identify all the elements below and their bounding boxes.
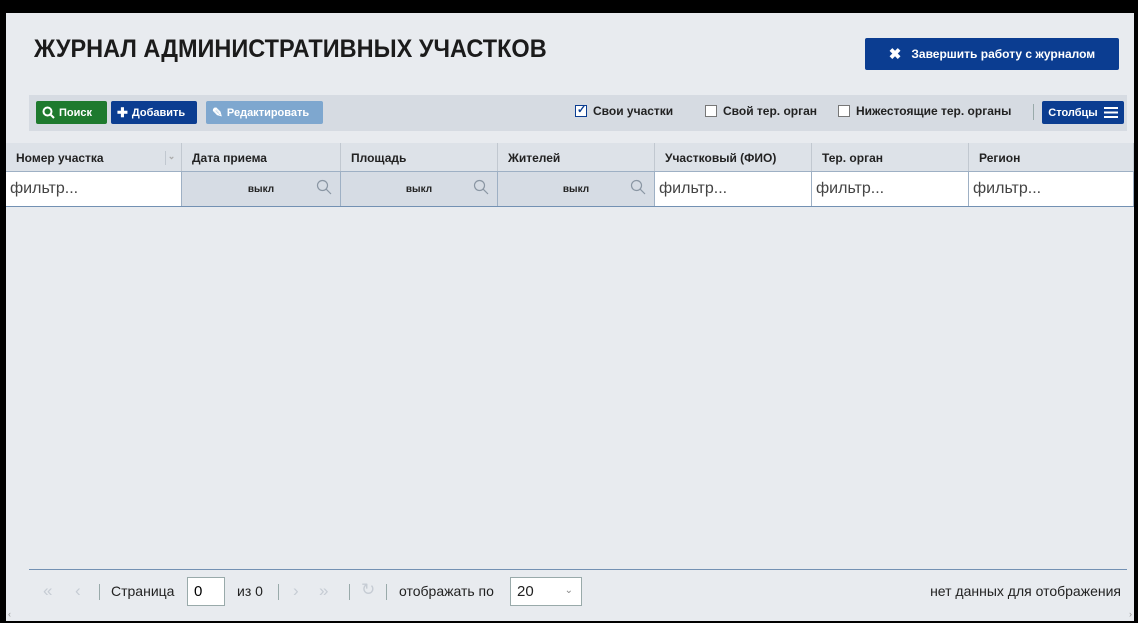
pencil-icon: ✎: [212, 104, 223, 120]
page-count: из 0: [237, 583, 263, 599]
filter-site-number-input[interactable]: [6, 172, 181, 206]
own-sites-option[interactable]: Свои участки: [575, 103, 674, 118]
column-header-label: Площадь: [351, 151, 407, 165]
grid-header: Номер участка ⌄ Дата приема Площадь Жите…: [6, 143, 1134, 172]
filter-area[interactable]: выкл: [341, 172, 498, 206]
first-page-icon[interactable]: «: [43, 581, 52, 601]
search-icon[interactable]: [316, 179, 332, 195]
filter-off-label: выкл: [405, 183, 433, 195]
column-header-label: Участковый (ФИО): [665, 151, 777, 165]
footer-divider: [99, 584, 100, 600]
show-by-label: отображать по: [399, 583, 494, 599]
lower-terorgans-checkbox[interactable]: [838, 105, 850, 117]
column-header-region[interactable]: Регион: [969, 143, 1134, 171]
status-text: нет данных для отображения: [930, 583, 1121, 599]
horizontal-scrollbar[interactable]: ‹ ›: [6, 609, 1134, 621]
lower-terorgans-option[interactable]: Нижестоящие тер. органы: [838, 104, 1011, 118]
column-header-site-number[interactable]: Номер участка ⌄: [6, 143, 182, 171]
column-header-area[interactable]: Площадь: [341, 143, 498, 171]
filter-region: [969, 172, 1134, 206]
own-sites-label: Свои участки: [593, 104, 674, 118]
add-button[interactable]: ✚ Добавить: [111, 101, 197, 124]
own-terorgan-option[interactable]: Свой тер. орган: [705, 104, 817, 118]
column-header-label: Тер. орган: [822, 151, 883, 165]
column-header-accept-date[interactable]: Дата приема: [182, 143, 341, 171]
filter-residents[interactable]: выкл: [498, 172, 655, 206]
column-header-label: Регион: [979, 151, 1021, 165]
journal-window: ЖУРНАЛ АДМИНИСТРАТИВНЫХ УЧАСТКОВ ✖ Завер…: [6, 13, 1134, 621]
own-terorgan-checkbox[interactable]: [705, 105, 717, 117]
column-header-terorgan[interactable]: Тер. орган: [812, 143, 969, 171]
own-sites-checkbox[interactable]: [575, 103, 587, 117]
page-number-input[interactable]: [187, 577, 225, 606]
filter-off-label: выкл: [247, 183, 275, 195]
filter-region-input[interactable]: [969, 172, 1133, 206]
edit-button[interactable]: ✎ Редактировать: [206, 101, 323, 124]
refresh-icon[interactable]: ↻: [361, 580, 375, 600]
page-size-select[interactable]: 20 ⌄: [510, 577, 582, 606]
toolbar-divider: [1033, 104, 1034, 120]
scroll-left-icon[interactable]: ‹: [8, 609, 11, 619]
menu-icon: [1103, 107, 1118, 118]
filter-officer: [655, 172, 812, 206]
search-button-label: Поиск: [59, 106, 93, 119]
filter-terorgan-input[interactable]: [812, 172, 968, 206]
page-title: ЖУРНАЛ АДМИНИСТРАТИВНЫХ УЧАСТКОВ: [34, 35, 547, 63]
columns-button-label: Столбцы: [1048, 106, 1098, 119]
own-terorgan-label: Свой тер. орган: [723, 104, 818, 118]
last-page-icon[interactable]: »: [319, 581, 328, 601]
filter-accept-date[interactable]: выкл: [182, 172, 341, 206]
scroll-right-icon[interactable]: ›: [1129, 609, 1132, 619]
search-icon[interactable]: [473, 179, 489, 195]
filter-officer-input[interactable]: [655, 172, 811, 206]
filter-site-number: [6, 172, 182, 206]
footer-divider: [278, 584, 279, 600]
page-label: Страница: [111, 583, 175, 599]
search-icon: [42, 106, 55, 119]
plus-icon: ✚: [117, 104, 128, 120]
chevron-down-icon[interactable]: ⌄: [165, 151, 177, 165]
prev-page-icon[interactable]: ‹: [75, 581, 81, 601]
column-header-label: Дата приема: [192, 151, 267, 165]
data-grid: Номер участка ⌄ Дата приема Площадь Жите…: [6, 143, 1134, 207]
footer-divider: [349, 584, 350, 600]
search-icon[interactable]: [630, 179, 646, 195]
chevron-down-icon: ⌄: [564, 585, 573, 596]
close-icon: ✖: [888, 46, 902, 63]
filter-terorgan: [812, 172, 969, 206]
column-header-officer[interactable]: Участковый (ФИО): [655, 143, 812, 171]
pagination-bar: « ‹ Страница из 0 › » ↻ отображать по 20…: [29, 569, 1127, 609]
search-button[interactable]: Поиск: [36, 101, 107, 124]
column-header-label: Номер участка: [16, 151, 104, 165]
column-header-residents[interactable]: Жителей: [498, 143, 655, 171]
next-page-icon[interactable]: ›: [293, 581, 299, 601]
add-button-label: Добавить: [131, 106, 186, 119]
column-header-label: Жителей: [508, 151, 561, 165]
columns-button[interactable]: Столбцы: [1042, 101, 1124, 124]
lower-terorgans-label: Нижестоящие тер. органы: [856, 104, 1012, 118]
toolbar: Поиск ✚ Добавить ✎ Редактировать Свои уч…: [29, 95, 1127, 131]
footer-divider: [386, 584, 387, 600]
filter-off-label: выкл: [562, 183, 590, 195]
finish-journal-button[interactable]: ✖ Завершить работу с журналом: [865, 38, 1119, 70]
edit-button-label: Редактировать: [226, 106, 310, 119]
grid-filter-row: выкл выкл выкл: [6, 172, 1134, 207]
page-size-value: 20: [517, 583, 534, 600]
finish-journal-label: Завершить работу с журналом: [911, 47, 1096, 61]
